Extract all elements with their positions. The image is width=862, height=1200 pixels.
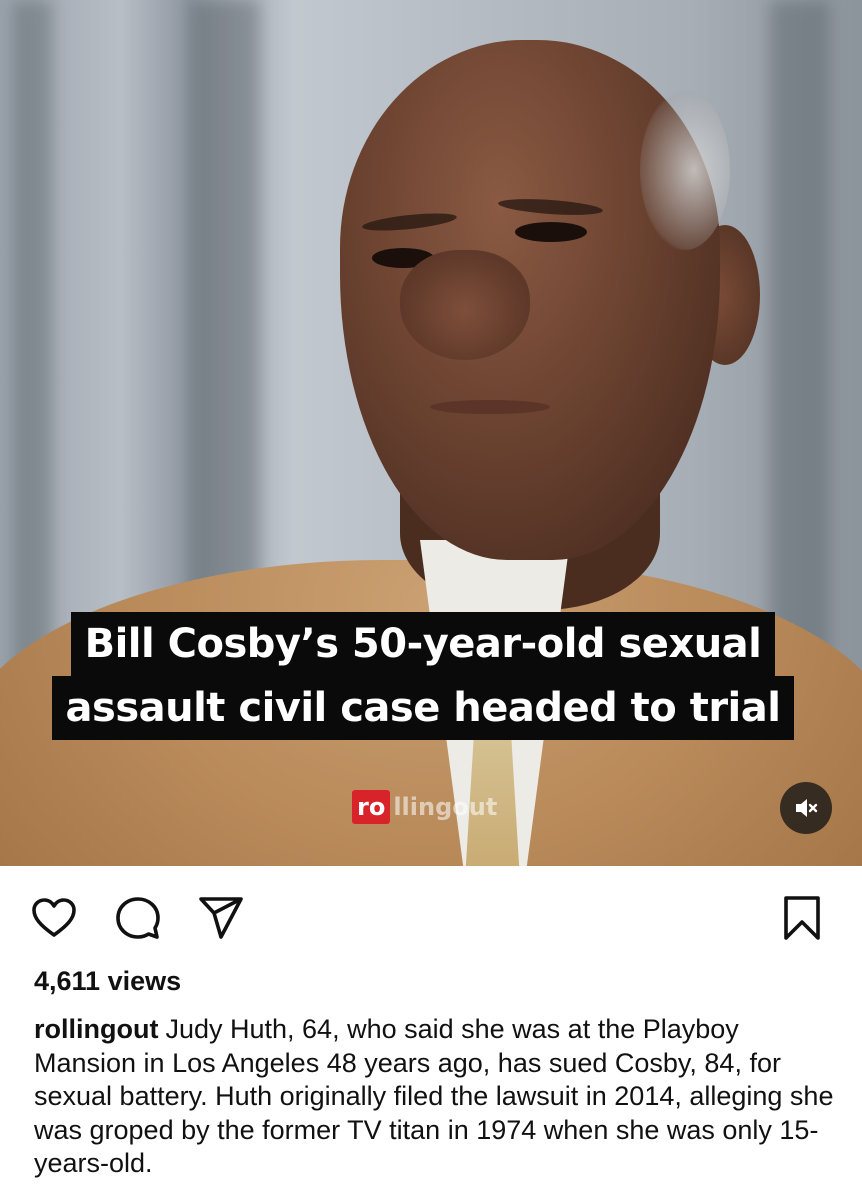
eye <box>515 222 587 242</box>
view-count: 4,611 views <box>34 966 182 996</box>
headline-line-2: assault civil case headed to trial <box>51 676 795 740</box>
share-button[interactable] <box>197 894 245 942</box>
watermark-logo-box: ro <box>352 790 391 824</box>
hair <box>640 90 730 250</box>
video-player[interactable]: Bill Cosby’s 50-year-old sexual assault … <box>0 0 862 866</box>
headline-line-1: Bill Cosby’s 50-year-old sexual <box>70 612 776 676</box>
comment-button[interactable] <box>114 894 162 942</box>
comment-icon <box>116 897 160 939</box>
post-caption: rollingout Judy Huth, 64, who said she wa… <box>34 1013 834 1181</box>
caption-username[interactable]: rollingout <box>34 1014 158 1044</box>
save-button[interactable] <box>778 894 826 942</box>
like-button[interactable] <box>30 894 78 942</box>
mouth <box>430 400 550 414</box>
action-bar <box>0 866 862 966</box>
speaker-muted-icon <box>796 799 818 817</box>
bookmark-icon <box>784 896 820 940</box>
mute-button[interactable] <box>780 782 832 834</box>
instagram-post: Bill Cosby’s 50-year-old sexual assault … <box>0 0 862 1200</box>
rollingout-watermark: ro llingout <box>352 788 497 826</box>
watermark-logo-text: llingout <box>393 793 498 821</box>
heart-icon <box>32 898 76 937</box>
nose <box>400 250 530 360</box>
paper-plane-icon <box>199 897 243 939</box>
video-headline: Bill Cosby’s 50-year-old sexual assault … <box>27 612 819 740</box>
